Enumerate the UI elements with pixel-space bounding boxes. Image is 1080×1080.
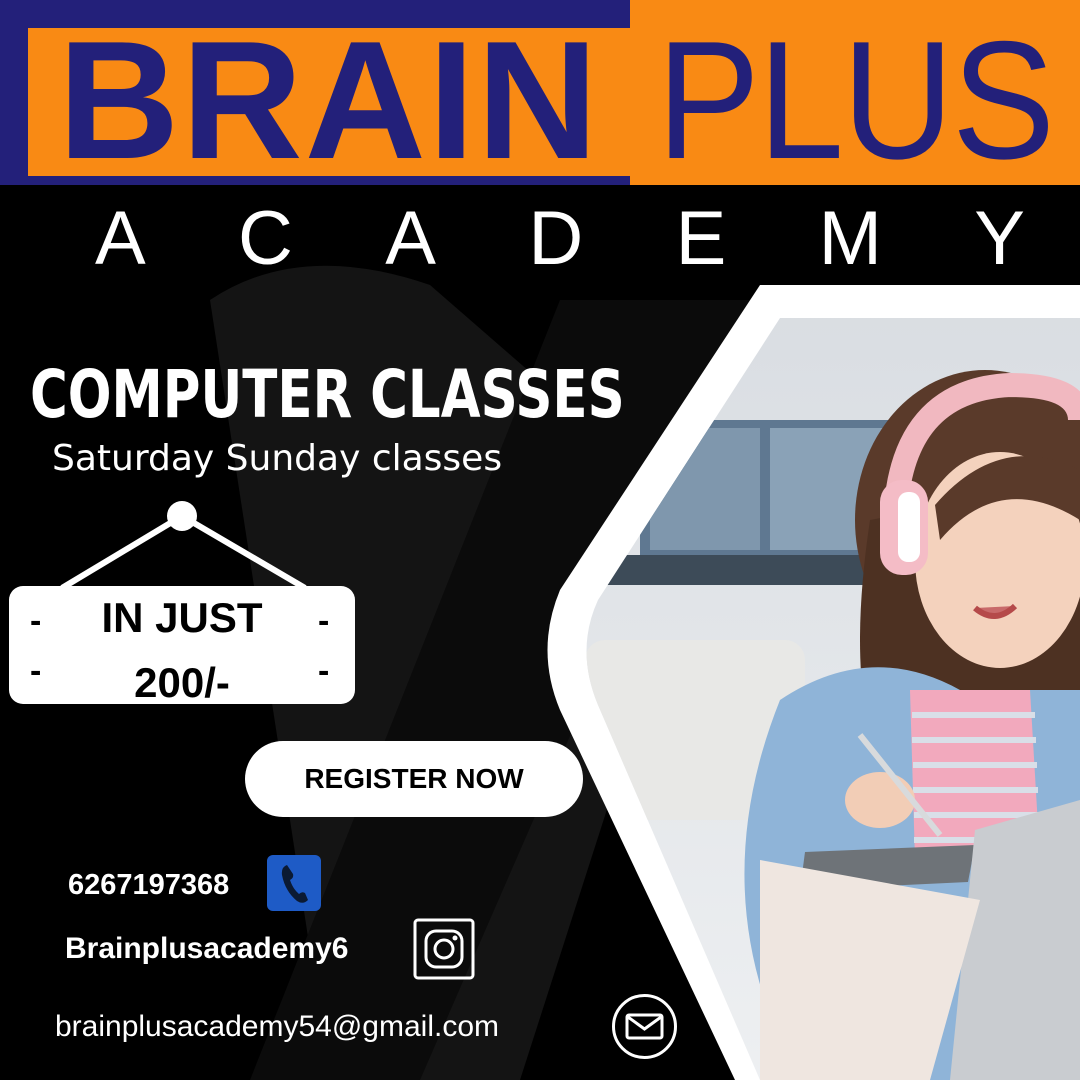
price-sign-line2: 200/-: [134, 659, 230, 706]
register-now-button[interactable]: REGISTER NOW: [245, 741, 583, 817]
price-sign-line1: IN JUST: [101, 594, 263, 641]
mail-icon[interactable]: [611, 993, 678, 1060]
instagram-icon[interactable]: [413, 918, 475, 980]
contact-email[interactable]: brainplusacademy54@gmail.com: [55, 1007, 499, 1047]
contact-phone[interactable]: 6267197368: [68, 865, 229, 905]
contact-instagram[interactable]: Brainplusacademy6: [65, 929, 348, 969]
poster: BRAIN PLUS A C A D E M Y COMPUTER CLASSE…: [0, 0, 1080, 1080]
phone-icon[interactable]: [267, 855, 321, 911]
